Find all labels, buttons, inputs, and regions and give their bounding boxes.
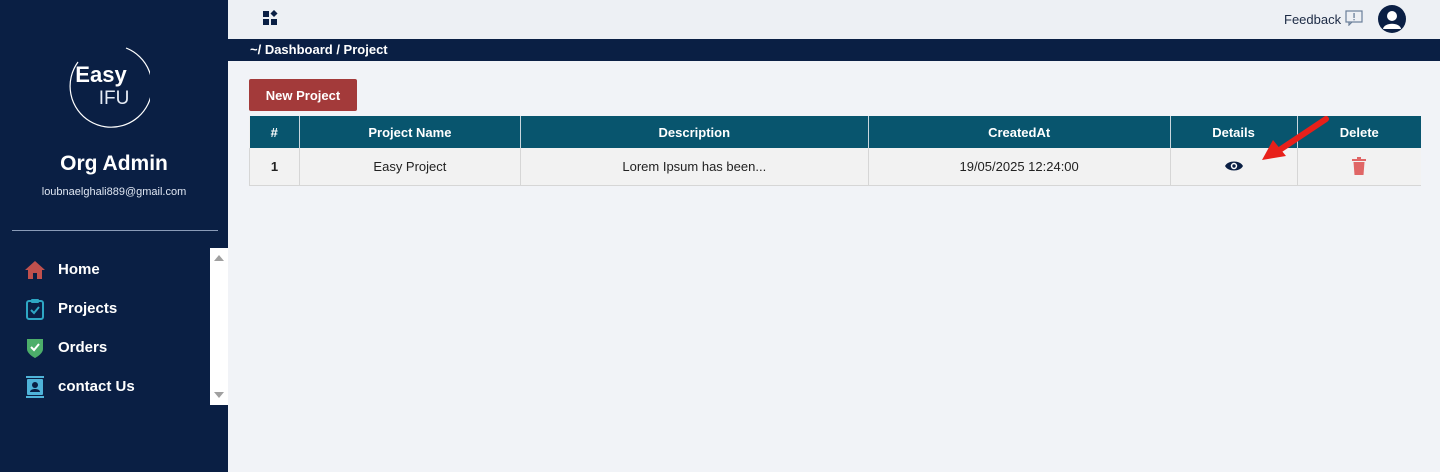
top-bar: Feedback — [228, 0, 1440, 39]
new-project-button[interactable]: New Project — [249, 79, 357, 111]
sidebar: Easy IFU Org Admin loubnaelghali889@gmai… — [0, 0, 228, 472]
user-name: Org Admin — [60, 152, 168, 175]
logo-text-ifu: IFU — [98, 88, 130, 109]
sidebar-item-contact[interactable]: contact Us — [0, 367, 210, 406]
sidebar-item-label: Home — [58, 261, 100, 278]
column-header-project-name: Project Name — [299, 116, 521, 148]
feedback-label: Feedback — [1284, 12, 1342, 27]
trash-icon — [1352, 157, 1367, 176]
sidebar-divider — [12, 230, 218, 231]
shield-check-icon — [24, 337, 46, 359]
feedback-icon — [1345, 10, 1363, 29]
sidebar-item-orders[interactable]: Orders — [0, 328, 210, 367]
column-header-description: Description — [520, 116, 869, 148]
main-content: Feedback ~/ Dashboard / Project New Proj… — [228, 0, 1440, 472]
breadcrumb-bar: ~/ Dashboard / Project — [228, 39, 1440, 61]
logo-text-easy: Easy — [75, 62, 127, 87]
app-logo[interactable]: Easy IFU — [64, 42, 150, 128]
clipboard-check-icon — [24, 298, 46, 320]
user-email: loubnaelghali889@gmail.com — [41, 186, 187, 198]
column-header-index: # — [249, 116, 300, 148]
sidebar-nav: Home Projects Orders contact Us — [0, 250, 210, 406]
sidebar-item-label: Orders — [58, 339, 108, 356]
cell-project-name: Easy Project — [299, 148, 521, 186]
sidebar-scrollbar[interactable] — [210, 248, 228, 405]
home-icon — [24, 259, 46, 281]
user-avatar-icon[interactable] — [1378, 5, 1406, 33]
scroll-down-arrow-icon[interactable] — [210, 387, 228, 403]
scroll-up-arrow-icon[interactable] — [210, 250, 228, 266]
sidebar-item-home[interactable]: Home — [0, 250, 210, 289]
cell-description: Lorem Ipsum has been... — [520, 148, 869, 186]
sidebar-item-label: contact Us — [58, 378, 135, 395]
column-header-created-at: CreatedAt — [868, 116, 1171, 148]
cell-created-at: 19/05/2025 12:24:00 — [868, 148, 1171, 186]
sidebar-item-projects[interactable]: Projects — [0, 289, 210, 328]
grid-icon[interactable] — [262, 9, 278, 26]
contact-card-icon — [24, 375, 46, 398]
breadcrumb: ~/ Dashboard / Project — [250, 42, 388, 57]
cell-index: 1 — [249, 148, 300, 186]
delete-button[interactable] — [1342, 154, 1376, 178]
feedback-button[interactable]: Feedback — [1284, 10, 1363, 29]
sidebar-item-label: Projects — [58, 300, 118, 317]
annotation-arrow-icon — [1262, 116, 1329, 160]
